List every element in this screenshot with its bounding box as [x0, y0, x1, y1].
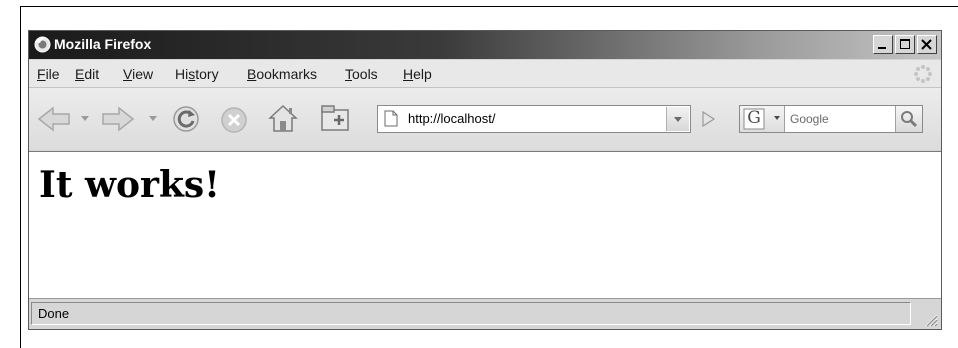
close-icon: [921, 39, 932, 50]
maximize-icon: [900, 39, 910, 49]
menu-view[interactable]: View: [123, 66, 153, 82]
resize-grip-icon[interactable]: [922, 311, 938, 327]
search-engine-button[interactable]: G: [740, 106, 785, 132]
magnifier-icon: [901, 111, 918, 128]
menu-help[interactable]: Help: [403, 66, 432, 82]
search-engine-letter: G: [747, 108, 761, 128]
new-tab-icon[interactable]: [319, 102, 353, 134]
minimize-button[interactable]: [873, 35, 893, 54]
reload-icon[interactable]: [171, 104, 201, 134]
address-url: http://localhost/: [408, 111, 496, 126]
browser-window: Mozilla Firefox File Edit View History B…: [28, 30, 942, 330]
status-field: Done: [31, 302, 911, 325]
title-bar[interactable]: Mozilla Firefox: [29, 31, 941, 59]
throbber-icon: [914, 65, 932, 83]
menu-bar: File Edit View History Bookmarks Tools H…: [29, 60, 941, 88]
go-button[interactable]: [697, 108, 719, 130]
chevron-down-icon: [674, 117, 682, 122]
figure-border-left: [20, 6, 21, 348]
forward-dropdown-icon[interactable]: [149, 116, 157, 122]
menu-edit[interactable]: Edit: [75, 66, 99, 82]
page-heading: It works!: [39, 164, 220, 206]
minimize-icon: [878, 47, 886, 49]
page-content: It works!: [29, 151, 941, 298]
window-controls: [871, 35, 937, 54]
menu-bookmarks[interactable]: Bookmarks: [247, 66, 317, 82]
back-dropdown-icon[interactable]: [81, 116, 89, 122]
menu-tools[interactable]: Tools: [345, 66, 378, 82]
status-bar: Done: [29, 298, 941, 329]
page-icon: [384, 110, 398, 127]
menu-history[interactable]: History: [175, 66, 219, 82]
firefox-logo-icon: [34, 36, 51, 53]
window-title: Mozilla Firefox: [54, 36, 152, 52]
page: Mozilla Firefox File Edit View History B…: [0, 0, 958, 348]
address-dropdown-button[interactable]: [666, 107, 689, 131]
forward-arrow-icon[interactable]: [97, 104, 137, 134]
address-bar[interactable]: http://localhost/: [377, 105, 691, 133]
home-icon[interactable]: [267, 102, 299, 134]
search-input[interactable]: Google: [790, 112, 829, 126]
navigation-toolbar: http://localhost/ G Google: [29, 88, 941, 150]
maximize-button[interactable]: [895, 35, 915, 54]
stop-icon[interactable]: [219, 105, 249, 135]
menu-file[interactable]: File: [37, 66, 60, 82]
back-arrow-icon[interactable]: [35, 104, 75, 134]
figure-border-top: [20, 6, 958, 7]
search-button[interactable]: [895, 106, 922, 132]
close-button[interactable]: [917, 35, 937, 54]
search-box[interactable]: G Google: [739, 105, 923, 133]
status-text: Done: [38, 306, 70, 321]
